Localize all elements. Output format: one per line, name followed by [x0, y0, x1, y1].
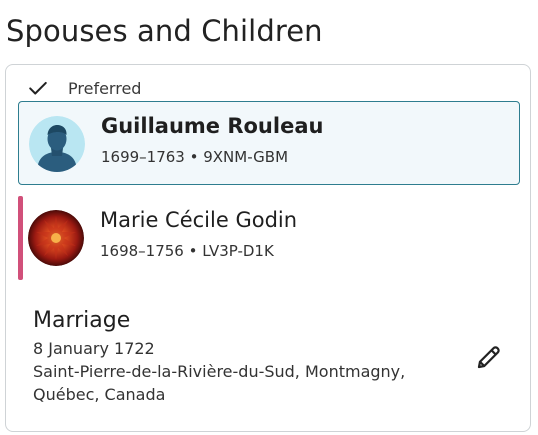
person-name[interactable]: Guillaume Rouleau: [101, 114, 323, 138]
check-icon: [29, 81, 47, 95]
photo-avatar: [28, 210, 84, 266]
person-lifespan-id: 1699–1763 • 9XNM-GBM: [101, 148, 289, 166]
marriage-date: 8 January 1722: [33, 339, 155, 358]
person-card-wife[interactable]: Marie Cécile Godin 1698–1756 • LV3P-D1K: [18, 196, 520, 280]
page-title: Spouses and Children: [6, 14, 323, 48]
marriage-event: Marriage 8 January 1722 Saint-Pierre-de-…: [33, 308, 433, 406]
person-name[interactable]: Marie Cécile Godin: [100, 208, 297, 232]
edit-marriage-button[interactable]: [472, 340, 506, 374]
preferred-indicator: Preferred: [27, 76, 141, 100]
marriage-place: Saint-Pierre-de-la-Rivière-du-Sud, Montm…: [33, 362, 406, 404]
female-accent-bar: [18, 196, 23, 280]
male-avatar: [29, 116, 85, 172]
person-card-husband[interactable]: Guillaume Rouleau 1699–1763 • 9XNM-GBM: [18, 101, 520, 185]
marriage-title: Marriage: [33, 308, 131, 333]
pencil-icon: [477, 346, 500, 369]
person-lifespan-id: 1698–1756 • LV3P-D1K: [100, 242, 274, 260]
preferred-label: Preferred: [68, 78, 142, 98]
